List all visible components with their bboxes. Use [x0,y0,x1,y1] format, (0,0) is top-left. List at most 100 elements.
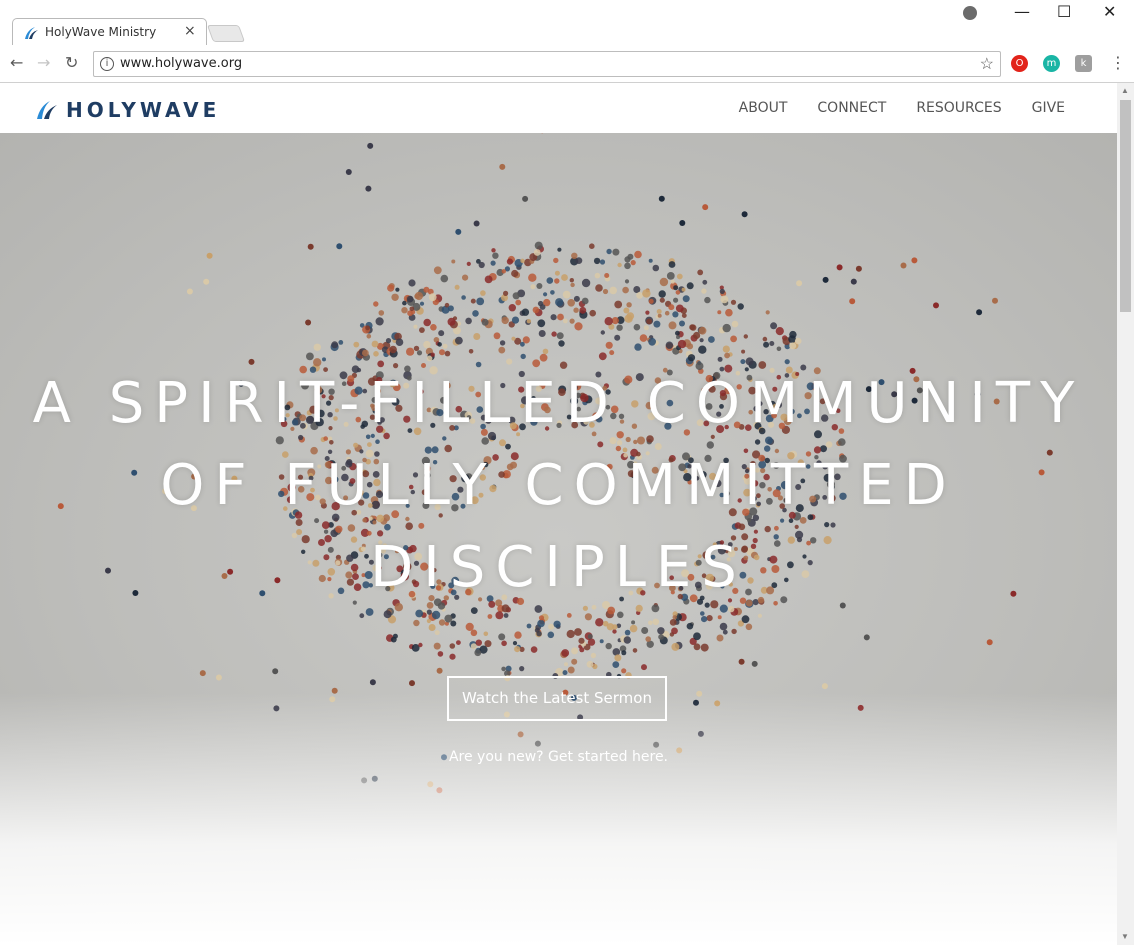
hero-title: A SPIRIT-FILLED COMMUNITY OF FULLY COMMI… [0,363,1117,609]
crowd-person [483,631,489,637]
nav-give[interactable]: GIVE [1032,100,1065,116]
crowd-person [623,307,630,314]
nav-connect[interactable]: CONNECT [817,100,886,116]
crowd-person [561,649,570,657]
crowd-person [492,252,499,259]
crowd-person [431,610,441,620]
crowd-person [652,618,660,626]
new-tab-button[interactable] [206,25,246,42]
minimize-button[interactable]: — [1014,2,1030,21]
site-logo[interactable]: HOLYWAVE [36,98,220,122]
site-info-icon[interactable]: i [100,57,114,71]
crowd-person [449,643,456,649]
m-extension-icon[interactable]: m [1043,55,1060,72]
crowd-person [390,636,397,643]
crowd-person [401,307,408,314]
crowd-person [414,291,423,301]
crowd-person [612,248,620,256]
crowd-person [599,259,606,265]
crowd-person [369,679,376,686]
crowd-person [543,292,548,297]
browser-menu-icon[interactable]: ⋮ [1110,53,1126,72]
crowd-person [526,623,532,629]
crowd-person [555,298,564,307]
crowd-person [725,308,733,317]
crowd-person [371,340,379,348]
scroll-down-icon[interactable]: ▼ [1121,932,1129,941]
crowd-person [863,634,870,641]
crowd-person [562,290,571,299]
crowd-person [508,304,516,312]
crowd-person [561,274,568,281]
crowd-person [634,250,642,259]
crowd-person [849,298,856,305]
opera-icon[interactable]: O [1011,55,1028,72]
crowd-person [717,310,722,315]
crowd-person [571,647,579,655]
url-text[interactable]: www.holywave.org [120,56,242,71]
crowd-person [547,631,555,639]
profile-icon[interactable] [963,6,977,20]
crowd-person [465,317,472,325]
k-extension-icon[interactable]: k [1075,55,1092,72]
crowd-person [609,350,615,356]
crowd-person [675,304,684,313]
page-scrollbar[interactable]: ▲ ▼ [1117,83,1134,945]
crowd-person [383,610,392,619]
crowd-person [436,667,443,674]
crowd-person [669,619,677,626]
crowd-person [701,616,708,623]
crowd-person [976,309,983,316]
crowd-person [645,310,650,315]
maximize-button[interactable]: ☐ [1057,2,1071,21]
crowd-person [415,609,424,618]
crowd-person [367,142,374,149]
crowd-person [534,241,543,250]
crowd-person [434,630,440,636]
crowd-person [462,274,469,281]
crowd-person [491,248,496,253]
scroll-up-icon[interactable]: ▲ [1121,86,1129,95]
nav-resources[interactable]: RESOURCES [916,100,1001,116]
watch-sermon-button[interactable]: Watch the Latest Sermon [447,676,667,721]
bookmark-star-icon[interactable]: ☆ [980,54,994,74]
crowd-person [438,619,446,626]
crowd-person [566,629,575,639]
crowd-person [659,277,669,287]
nav-about[interactable]: ABOUT [739,100,788,116]
address-bar[interactable]: i www.holywave.org ☆ [93,51,1001,77]
browser-toolbar: ← → ↻ i www.holywave.org ☆ O m k ⋮ [0,45,1134,83]
forward-button[interactable]: → [37,53,50,72]
crowd-person [664,310,670,316]
scroll-thumb[interactable] [1120,100,1131,312]
crowd-person [520,353,526,360]
crowd-person [614,654,622,662]
back-button[interactable]: ← [10,53,23,72]
crowd-person [648,258,653,263]
crowd-person [554,270,560,276]
close-window-button[interactable]: ✕ [1103,2,1116,21]
crowd-person [553,620,561,628]
crowd-person [567,666,575,674]
crowd-person [430,324,437,331]
crowd-person [762,336,768,342]
crowd-person [553,257,559,264]
get-started-link[interactable]: Are you new? Get started here. [0,749,1117,765]
crowd-person [584,613,593,621]
crowd-person [675,330,680,336]
crowd-person [423,286,430,293]
reload-button[interactable]: ↻ [65,53,78,72]
crowd-person [719,622,728,631]
crowd-person [557,313,564,321]
crowd-person [375,317,384,326]
crowd-person [199,670,206,677]
crowd-person [741,615,750,624]
tab-close-icon[interactable]: × [184,23,196,39]
crowd-person [594,272,601,279]
hero-title-line3: DISCIPLES [370,535,747,600]
holywave-favicon-icon [25,27,38,39]
crowd-person [359,613,365,619]
browser-tab[interactable]: HolyWave Ministry × [12,18,207,46]
crowd-person [353,341,360,348]
crowd-person [677,339,687,349]
